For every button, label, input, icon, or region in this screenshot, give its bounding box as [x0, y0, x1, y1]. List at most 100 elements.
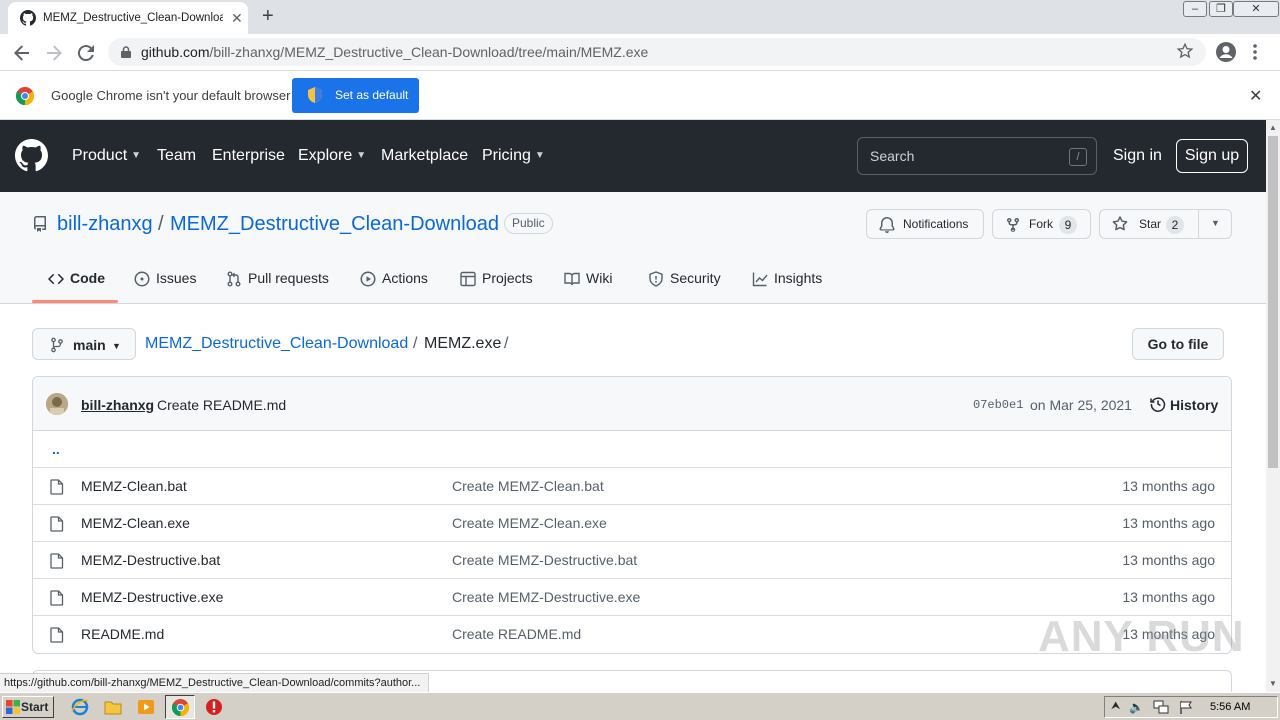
notifications-button[interactable]: Notifications — [866, 209, 984, 239]
file-name-link[interactable]: README.md — [81, 626, 164, 642]
search-input[interactable]: Search / — [857, 137, 1097, 175]
commit-sha-link[interactable]: 07eb0e1 — [973, 398, 1023, 412]
repo-name-link[interactable]: MEMZ_Destructive_Clean-Download — [170, 213, 499, 236]
breadcrumb-repo-link[interactable]: MEMZ_Destructive_Clean-Download — [145, 335, 408, 353]
star-button[interactable]: Star 2 ▼ — [1099, 209, 1232, 239]
anyrun-watermark: ANY RUN — [1038, 612, 1245, 661]
table-row[interactable]: MEMZ-Clean.bat Create MEMZ-Clean.bat 13 … — [33, 468, 1231, 505]
history-link[interactable]: History — [1170, 397, 1218, 413]
tray-expand-icon[interactable]: ⮝ — [1111, 700, 1120, 713]
chrome-tab-strip: MEMZ_Destructive_Clean-Download ✕ + – ❐ … — [0, 0, 1280, 34]
window-minimize-button[interactable]: – — [1183, 1, 1207, 17]
file-commit-message[interactable]: Create MEMZ-Clean.bat — [452, 478, 604, 494]
chevron-down-icon: ▼ — [356, 150, 367, 161]
stop-warning-icon[interactable] — [205, 698, 223, 716]
infobar-close-icon[interactable]: ✕ — [1249, 86, 1262, 106]
commit-date: on Mar 25, 2021 — [1030, 397, 1132, 413]
avatar[interactable] — [46, 393, 68, 415]
nav-team[interactable]: Team — [157, 147, 196, 165]
search-placeholder: Search — [870, 148, 915, 164]
nav-pricing-label: Pricing — [482, 147, 531, 164]
taskbar-clock[interactable]: 5:56 AM — [1210, 701, 1250, 713]
table-row[interactable]: MEMZ-Clean.exe Create MEMZ-Clean.exe 13 … — [33, 505, 1231, 542]
set-as-default-label: Set as default — [335, 88, 409, 102]
scroll-up-arrow-icon[interactable]: ▲ — [1269, 123, 1277, 132]
visibility-badge: Public — [504, 213, 553, 234]
star-dropdown-caret-icon[interactable]: ▼ — [1211, 218, 1220, 228]
parent-dir-link[interactable]: .. — [52, 441, 60, 457]
tab-close-icon[interactable]: ✕ — [231, 11, 243, 25]
page-scrollbar[interactable]: ▲ ▼ — [1266, 120, 1280, 692]
url-domain: github.com — [141, 44, 210, 60]
scroll-down-arrow-icon[interactable]: ▼ — [1269, 679, 1277, 688]
breadcrumb-current-dir: MEMZ.exe — [424, 335, 502, 352]
window-restore-button[interactable]: ❐ — [1209, 1, 1233, 17]
lock-icon[interactable] — [121, 46, 131, 58]
volume-icon[interactable]: 🔈 — [1129, 700, 1144, 714]
tab-title: MEMZ_Destructive_Clean-Download — [43, 12, 223, 24]
taskbar-chrome-button[interactable] — [165, 695, 195, 719]
url-text[interactable]: github.com/bill-zhanxg/MEMZ_Destructive_… — [141, 44, 648, 60]
browser-tab[interactable]: MEMZ_Destructive_Clean-Download ✕ — [8, 2, 248, 34]
system-tray: ⮝ 🔈 5:56 AM — [1104, 696, 1278, 718]
new-tab-icon[interactable]: + — [262, 5, 274, 27]
internet-explorer-icon[interactable] — [71, 698, 89, 716]
star-label: Star — [1139, 217, 1162, 231]
nav-product[interactable]: Product ▼ — [72, 147, 141, 165]
bookmark-star-icon[interactable] — [1176, 42, 1194, 60]
forward-arrow-icon[interactable] — [42, 41, 66, 65]
file-name-link[interactable]: MEMZ-Destructive.bat — [81, 552, 220, 568]
graph-icon — [752, 271, 768, 287]
action-center-flag-icon[interactable] — [1179, 700, 1193, 715]
table-row[interactable]: MEMZ-Destructive.exe Create MEMZ-Destruc… — [33, 579, 1231, 616]
media-player-icon[interactable] — [137, 698, 155, 716]
profile-avatar-icon[interactable] — [1215, 41, 1237, 63]
nav-marketplace[interactable]: Marketplace — [381, 147, 468, 165]
file-commit-message[interactable]: Create MEMZ-Destructive.exe — [452, 589, 640, 605]
file-commit-message[interactable]: Create README.md — [452, 626, 581, 642]
commit-message[interactable]: Create README.md — [157, 397, 286, 413]
latest-commit-row: bill-zhanxg Create README.md 07eb0e1 on … — [33, 377, 1231, 431]
github-logo-icon[interactable] — [15, 139, 48, 172]
parent-dir-row[interactable]: .. — [33, 431, 1231, 468]
set-as-default-button[interactable]: Set as default — [292, 78, 419, 113]
branch-select-button[interactable]: main ▼ — [32, 328, 136, 360]
scroll-thumb[interactable] — [1268, 136, 1278, 468]
start-button[interactable]: Start — [2, 696, 54, 718]
history-icon[interactable] — [1150, 396, 1166, 412]
file-name-link[interactable]: MEMZ-Clean.bat — [81, 478, 187, 494]
omnibox[interactable]: github.com/bill-zhanxg/MEMZ_Destructive_… — [108, 38, 1206, 66]
commit-author-link[interactable]: bill-zhanxg — [81, 397, 154, 413]
reload-icon[interactable] — [74, 41, 98, 65]
active-tab-indicator — [32, 300, 118, 303]
github-favicon-icon — [20, 10, 36, 26]
status-url-bubble: https://github.com/bill-zhanxg/MEMZ_Dest… — [0, 673, 430, 692]
file-commit-message[interactable]: Create MEMZ-Clean.exe — [452, 515, 607, 531]
tab-pull-requests-label: Pull requests — [248, 270, 329, 286]
fork-icon — [1005, 217, 1021, 233]
shield-icon — [648, 271, 664, 287]
nav-explore[interactable]: Explore ▼ — [298, 147, 366, 165]
back-arrow-icon[interactable] — [10, 41, 34, 65]
table-row[interactable]: MEMZ-Destructive.bat Create MEMZ-Destruc… — [33, 542, 1231, 579]
window-close-button[interactable]: ✕ — [1233, 1, 1279, 17]
go-to-file-button[interactable]: Go to file — [1132, 328, 1224, 360]
bell-icon — [879, 217, 895, 233]
file-commit-age: 13 months ago — [1122, 589, 1215, 605]
explorer-folder-icon[interactable] — [104, 698, 122, 716]
file-commit-message[interactable]: Create MEMZ-Destructive.bat — [452, 552, 637, 568]
sign-up-button[interactable]: Sign up — [1176, 139, 1248, 173]
default-browser-infobar: Google Chrome isn't your default browser… — [0, 71, 1280, 120]
star-icon — [1112, 216, 1128, 232]
nav-enterprise[interactable]: Enterprise — [212, 147, 285, 165]
nav-pricing[interactable]: Pricing ▼ — [482, 147, 545, 165]
repo-owner-link[interactable]: bill-zhanxg — [57, 213, 153, 236]
tab-insights-label: Insights — [774, 270, 823, 286]
sign-in-link[interactable]: Sign in — [1113, 147, 1162, 165]
tab-projects-label: Projects — [482, 270, 533, 286]
network-icon[interactable] — [1153, 700, 1169, 715]
file-name-link[interactable]: MEMZ-Clean.exe — [81, 515, 190, 531]
chrome-menu-icon[interactable] — [1252, 43, 1258, 61]
fork-button[interactable]: Fork 9 — [992, 209, 1091, 239]
file-name-link[interactable]: MEMZ-Destructive.exe — [81, 589, 223, 605]
